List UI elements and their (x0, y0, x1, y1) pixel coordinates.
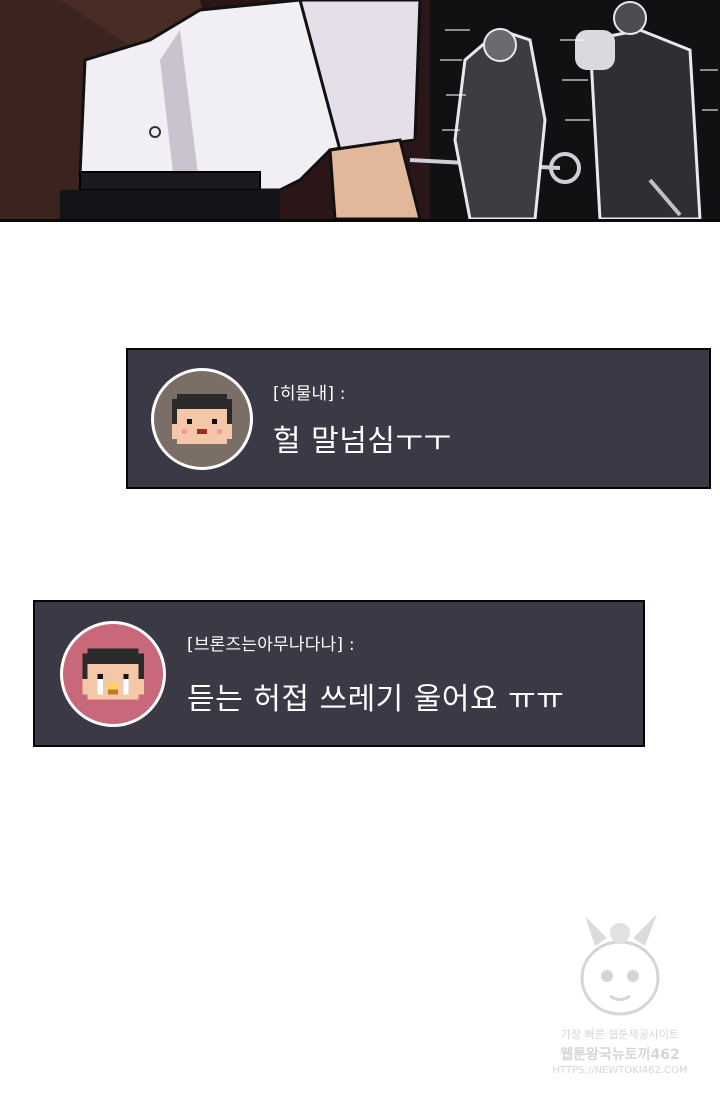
pixel-crying-face-icon (82, 648, 144, 700)
pixel-face-icon (172, 394, 232, 444)
watermark-line: HTTPS://NEWTOKI462.COM (552, 1065, 688, 1076)
chat-message-text: 듣는 허접 쓰레기 울어요 ㅠㅠ (187, 682, 565, 717)
chat-message: [히물내] : 헐 말넘심ㅜㅜ (126, 348, 711, 489)
chat-username: [브론즈는아무나다나] : (187, 635, 355, 655)
avatar (151, 368, 253, 470)
avatar (60, 621, 166, 727)
watermark-line: 웹툰왕국뉴토끼462 (560, 1047, 680, 1063)
watermark: 가장 빠른 웹툰제공사이트 웹툰왕국뉴토끼462 HTTPS://NEWTOKI… (545, 908, 695, 1083)
mascot-logo (580, 914, 660, 1016)
chat-username: [히물내] : (273, 384, 346, 404)
chat-message: [브론즈는아무나다나] : 듣는 허접 쓰레기 울어요 ㅠㅠ (33, 600, 645, 747)
comic-panel (0, 0, 720, 222)
comic-illustration (0, 0, 720, 219)
chat-message-text: 헐 말넘심ㅜㅜ (273, 424, 452, 459)
watermark-line: 가장 빠른 웹툰제공사이트 (560, 1028, 680, 1041)
